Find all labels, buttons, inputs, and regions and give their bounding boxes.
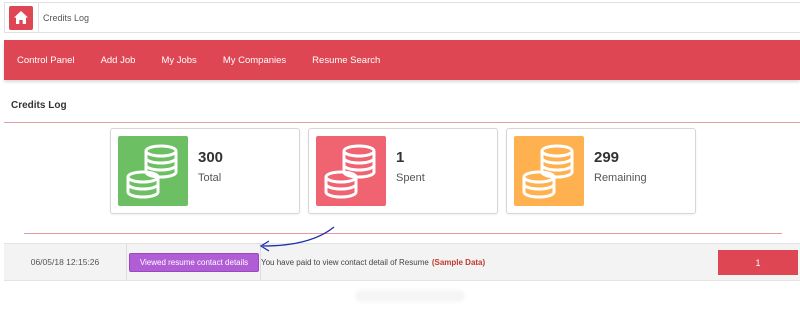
stat-value-remaining: 299 [594, 149, 620, 166]
nav-control-panel[interactable]: Control Panel [4, 55, 88, 66]
topbar-divider [38, 2, 39, 33]
nav-my-companies[interactable]: My Companies [210, 55, 299, 66]
topbar-title: Credits Log [43, 12, 90, 23]
nav-my-jobs[interactable]: My Jobs [148, 55, 209, 66]
log-credits: 1 [718, 250, 798, 275]
column-divider [126, 244, 127, 280]
stat-card-spent: 1 Spent [308, 128, 498, 214]
coins-icon [522, 144, 574, 199]
sample-data-text: Sample Data [434, 257, 483, 267]
stat-tile-spent [316, 136, 386, 206]
nav-resume-search[interactable]: Resume Search [299, 55, 393, 66]
stat-label-remaining: Remaining [594, 172, 647, 184]
sample-data-link[interactable]: (Sample Data) [432, 258, 485, 267]
stat-card-total: 300 Total [110, 128, 300, 214]
home-button[interactable] [9, 5, 33, 30]
table-row: 06/05/18 12:15:26 Viewed resume contact … [4, 243, 800, 281]
topbar: Credits Log [4, 2, 800, 33]
credits-log-page: Credits Log Control Panel Add Job My Job… [0, 0, 800, 334]
coins-icon [324, 144, 376, 199]
pagination-hint [355, 290, 465, 302]
log-date: 06/05/18 12:15:26 [30, 257, 100, 267]
log-description: You have paid to view contact detail of … [261, 244, 485, 280]
sample-close-paren: ) [482, 257, 486, 267]
section-title: Credits Log [11, 100, 67, 111]
log-divider [24, 233, 782, 234]
stat-tile-remaining [514, 136, 584, 206]
nav-add-job[interactable]: Add Job [88, 55, 149, 66]
stat-tile-total [118, 136, 188, 206]
stat-label-total: Total [198, 172, 222, 184]
home-icon [14, 11, 28, 24]
stat-card-remaining: 299 Remaining [506, 128, 696, 214]
stat-value-total: 300 [198, 149, 224, 166]
stat-label-spent: Spent [396, 172, 425, 184]
log-action-badge[interactable]: Viewed resume contact details [129, 253, 259, 272]
coins-icon [126, 144, 178, 199]
main-navbar: Control Panel Add Job My Jobs My Compani… [4, 40, 800, 80]
stat-value-spent: 1 [396, 149, 405, 166]
log-description-text: You have paid to view contact detail of … [261, 257, 429, 267]
section-divider [4, 122, 800, 123]
